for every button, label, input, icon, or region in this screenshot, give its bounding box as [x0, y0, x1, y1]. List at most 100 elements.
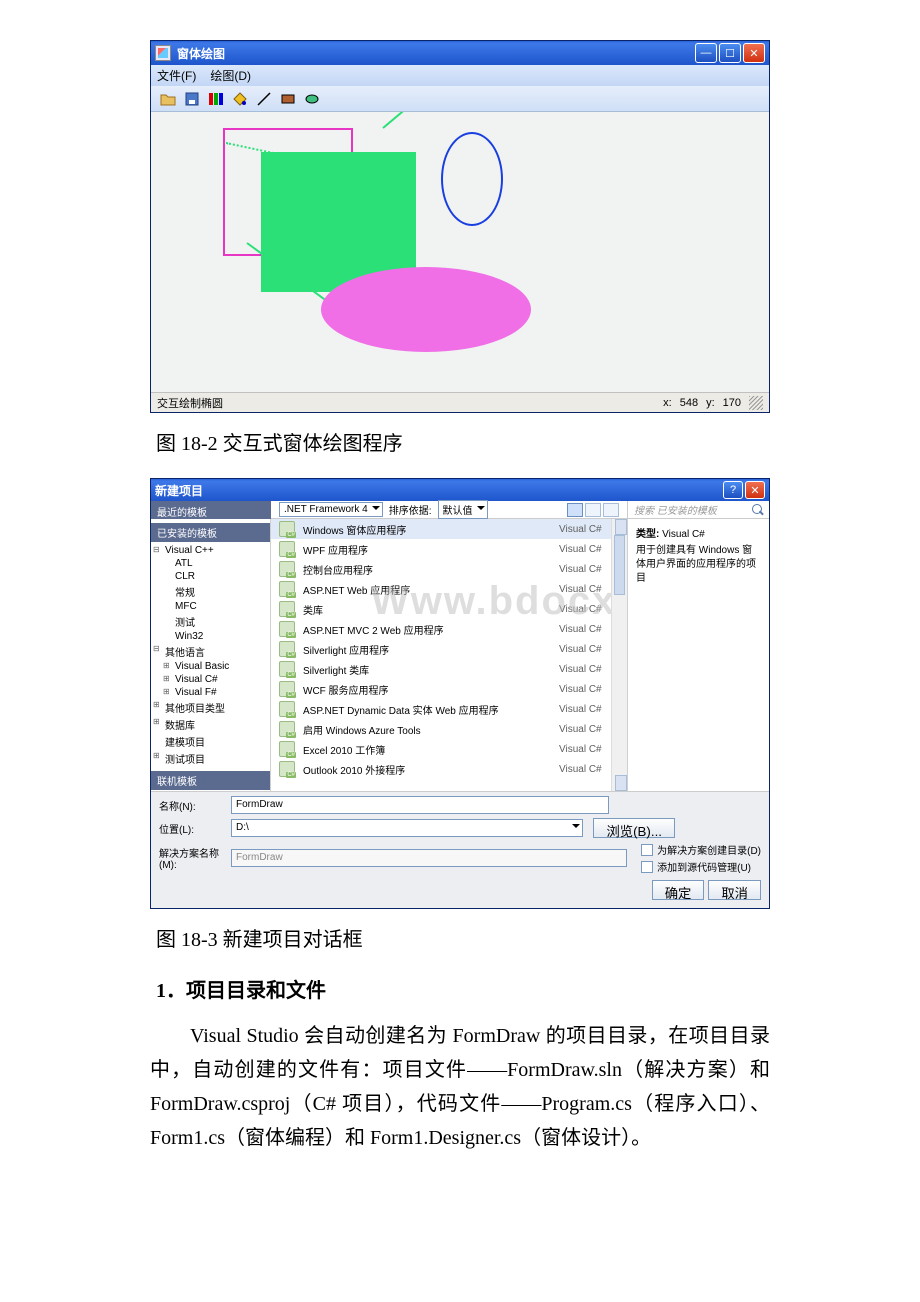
location-label: 位置(L):: [159, 821, 225, 836]
tree-item[interactable]: Visual F#: [151, 686, 270, 699]
rect-icon[interactable]: [277, 88, 299, 110]
ok-button[interactable]: 确定: [652, 880, 705, 900]
template-lang: Visual C#: [559, 584, 619, 595]
template-name: ASP.NET Dynamic Data 实体 Web 应用程序: [303, 702, 559, 717]
template-name: WPF 应用程序: [303, 542, 559, 557]
body-paragraph: Visual Studio 会自动创建名为 FormDraw 的项目目录，在项目…: [150, 1019, 770, 1155]
template-row[interactable]: WCF 服务应用程序Visual C#: [271, 679, 627, 699]
create-dir-checkbox[interactable]: 为解决方案创建目录(D): [641, 842, 761, 857]
color-icon[interactable]: [205, 88, 227, 110]
search-icon[interactable]: [751, 503, 765, 517]
tree-item[interactable]: 其他项目类型: [151, 699, 270, 716]
ellipse-icon[interactable]: [301, 88, 323, 110]
template-lang: Visual C#: [559, 524, 619, 535]
template-lang: Visual C#: [559, 764, 619, 775]
shape-line-2: [382, 112, 452, 129]
tree-item[interactable]: MFC: [151, 600, 270, 613]
coord-x: 548: [676, 397, 702, 409]
tree-item[interactable]: 建模项目: [151, 733, 270, 750]
template-row[interactable]: Excel 2010 工作簿Visual C#: [271, 739, 627, 759]
tree-item[interactable]: Visual C#: [151, 673, 270, 686]
info-type-value: Visual C#: [662, 529, 705, 540]
name-label: 名称(N):: [159, 798, 225, 813]
tree-item[interactable]: ATL: [151, 557, 270, 570]
recent-templates-header[interactable]: 最近的模板: [151, 501, 271, 519]
scroll-thumb[interactable]: [614, 535, 625, 595]
template-row[interactable]: Windows 窗体应用程序Visual C#: [271, 519, 627, 539]
template-icon: [279, 521, 295, 537]
solution-name-input[interactable]: FormDraw: [231, 849, 627, 867]
online-templates-header[interactable]: 联机模板: [151, 771, 270, 790]
template-lang: Visual C#: [559, 724, 619, 735]
view-large-icon[interactable]: [603, 503, 619, 517]
tree-item[interactable]: 测试项目: [151, 750, 270, 767]
close-button[interactable]: ✕: [743, 43, 765, 63]
tree-item[interactable]: 数据库: [151, 716, 270, 733]
view-medium-icon[interactable]: [585, 503, 601, 517]
toolbar: [151, 86, 769, 112]
template-row[interactable]: Silverlight 类库Visual C#: [271, 659, 627, 679]
location-input[interactable]: D:\: [231, 819, 583, 837]
template-name: Windows 窗体应用程序: [303, 522, 559, 537]
template-row[interactable]: ASP.NET MVC 2 Web 应用程序Visual C#: [271, 619, 627, 639]
line-icon[interactable]: [253, 88, 275, 110]
template-row[interactable]: Outlook 2010 外接程序Visual C#: [271, 759, 627, 779]
help-button[interactable]: ?: [723, 481, 743, 499]
template-icon: [279, 661, 295, 677]
sort-dropdown[interactable]: 默认值: [438, 500, 488, 519]
template-row[interactable]: 启用 Windows Azure ToolsVisual C#: [271, 719, 627, 739]
menu-file[interactable]: 文件(F): [157, 67, 196, 84]
template-icon: [279, 681, 295, 697]
search-input[interactable]: 搜索 已安装的模板: [632, 501, 747, 519]
cancel-button[interactable]: 取消: [708, 880, 761, 900]
blank-tool[interactable]: [325, 88, 347, 110]
titlebar[interactable]: 窗体绘图 — ☐ ✕: [151, 41, 769, 65]
figure-caption-1: 图 18-2 交互式窗体绘图程序: [156, 427, 770, 456]
scrollbar-vertical[interactable]: [611, 519, 627, 791]
template-name: WCF 服务应用程序: [303, 682, 559, 697]
template-list: Www.bdocx.com Windows 窗体应用程序Visual C#WPF…: [271, 519, 627, 791]
fill-icon[interactable]: [229, 88, 251, 110]
coord-y-label: y:: [702, 397, 719, 409]
tree-item[interactable]: Win32: [151, 630, 270, 643]
resize-grip-icon[interactable]: [749, 396, 763, 410]
installed-templates-header[interactable]: 已安装的模板: [151, 523, 270, 542]
template-name: ASP.NET Web 应用程序: [303, 582, 559, 597]
name-input[interactable]: FormDraw: [231, 796, 609, 814]
menu-bar: 文件(F) 绘图(D): [151, 65, 769, 86]
minimize-button[interactable]: —: [695, 43, 717, 63]
template-lang: Visual C#: [559, 684, 619, 695]
tree-item[interactable]: 测试: [151, 613, 270, 630]
dialog-close-button[interactable]: ✕: [745, 481, 765, 499]
open-icon[interactable]: [157, 88, 179, 110]
tree-item[interactable]: 常规: [151, 583, 270, 600]
template-row[interactable]: ASP.NET Web 应用程序Visual C#: [271, 579, 627, 599]
template-name: ASP.NET MVC 2 Web 应用程序: [303, 622, 559, 637]
template-tree: 已安装的模板 Visual C++ATLCLR常规MFC测试Win32其他语言V…: [151, 519, 271, 791]
template-row[interactable]: 类库Visual C#: [271, 599, 627, 619]
drawing-canvas[interactable]: [151, 112, 769, 392]
menu-draw[interactable]: 绘图(D): [210, 67, 251, 84]
view-small-icon[interactable]: [567, 503, 583, 517]
template-icon: [279, 541, 295, 557]
formdraw-window: 窗体绘图 — ☐ ✕ 文件(F) 绘图(D) 交互绘制椭圆 x: 548 y: …: [150, 40, 770, 413]
maximize-button[interactable]: ☐: [719, 43, 741, 63]
template-name: 启用 Windows Azure Tools: [303, 722, 559, 737]
template-icon: [279, 621, 295, 637]
tree-item[interactable]: Visual C++: [151, 544, 270, 557]
framework-dropdown[interactable]: .NET Framework 4: [279, 502, 383, 517]
template-row[interactable]: WPF 应用程序Visual C#: [271, 539, 627, 559]
template-row[interactable]: 控制台应用程序Visual C#: [271, 559, 627, 579]
template-name: 控制台应用程序: [303, 562, 559, 577]
template-row[interactable]: Silverlight 应用程序Visual C#: [271, 639, 627, 659]
tree-item[interactable]: Visual Basic: [151, 660, 270, 673]
template-lang: Visual C#: [559, 544, 619, 555]
save-icon[interactable]: [181, 88, 203, 110]
browse-button[interactable]: 浏览(B)...: [593, 818, 675, 838]
template-row[interactable]: ASP.NET Dynamic Data 实体 Web 应用程序Visual C…: [271, 699, 627, 719]
source-control-checkbox[interactable]: 添加到源代码管理(U): [641, 859, 761, 874]
template-name: Excel 2010 工作簿: [303, 742, 559, 757]
tree-item[interactable]: 其他语言: [151, 643, 270, 660]
tree-item[interactable]: CLR: [151, 570, 270, 583]
dialog-titlebar[interactable]: 新建项目 ? ✕: [151, 479, 769, 501]
